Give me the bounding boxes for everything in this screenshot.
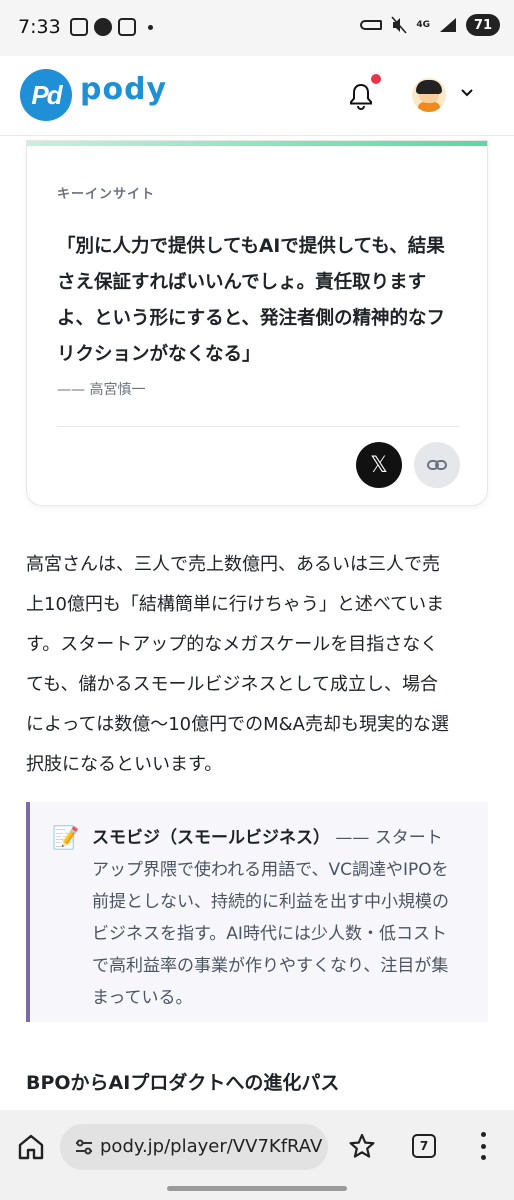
- quote-author: —— 高宮慎一: [57, 382, 146, 398]
- term-definition-box: 📝 スモビジ（スモールビジネス） —— スタート アップ界隈で使われる用語で、V…: [26, 802, 488, 1022]
- paragraph-line: 択肢になるといいます。: [26, 754, 223, 775]
- term-line: まっている。: [92, 988, 193, 1008]
- divider: [57, 426, 459, 427]
- status-time: 7:33: [18, 16, 61, 38]
- tabs-button[interactable]: 7: [412, 1134, 436, 1158]
- logo-text[interactable]: pody: [80, 72, 167, 107]
- home-icon[interactable]: [16, 1132, 46, 1162]
- paragraph-line: 高宮さんは、三人で売上数億円、あるいは三人で売: [26, 554, 440, 575]
- chevron-down-icon[interactable]: [460, 86, 474, 100]
- app-icon: [94, 18, 112, 36]
- quote-line: よ、という形にすると、発注者側の精神的なフ: [57, 308, 445, 329]
- memo-icon: 📝: [52, 826, 80, 851]
- copy-link-button[interactable]: [414, 442, 460, 488]
- quote-line: さえ保証すればいいんでしょ。責任取ります: [57, 272, 427, 293]
- article-paragraph: 高宮さんは、三人で売上数億円、あるいは三人で売 上10億円も「結構簡単に行けちゃ…: [26, 545, 488, 785]
- tune-icon[interactable]: [74, 1137, 94, 1157]
- key-icon: [360, 20, 383, 30]
- term-definition: スモビジ（スモールビジネス） —— スタート アップ界隈で使われる用語で、VC調…: [92, 822, 472, 1014]
- paragraph-line: 上10億円も「結構簡単に行けちゃう」と述べていま: [26, 594, 445, 615]
- section-heading: BPOからAIプロダクトへの進化パス: [26, 1072, 340, 1094]
- card-accent-bar: [27, 141, 487, 146]
- insight-label: キーインサイト: [57, 187, 156, 202]
- term-title: スモビジ（スモールビジネス）: [92, 828, 330, 848]
- screenshot-icon: [70, 18, 88, 36]
- status-bar: 7:33 4G 71: [0, 0, 514, 56]
- network-type: 4G: [416, 19, 430, 30]
- paragraph-line: ても、儲かるスモールビジネスとして成立し、場合: [26, 674, 439, 695]
- avatar[interactable]: [412, 78, 446, 112]
- logo-icon[interactable]: Pd: [20, 69, 72, 121]
- term-line-rest: —— スタート: [330, 828, 443, 848]
- gesture-bar[interactable]: [167, 1186, 347, 1191]
- app-header: Pd pody: [0, 56, 514, 136]
- notification-badge: [371, 74, 381, 84]
- term-first-line: スモビジ（スモールビジネス） —— スタート: [92, 822, 472, 854]
- link-icon: [427, 460, 447, 470]
- bus-icon: [118, 18, 136, 36]
- mute-icon: [391, 16, 407, 34]
- more-vert-icon[interactable]: [478, 1132, 488, 1160]
- term-line: で高利益率の事業が作りやすくなり、注目が集: [92, 956, 449, 976]
- paragraph-line: によっては数億〜10億円でのM&A売却も現実的な選: [26, 714, 449, 735]
- term-line: 前提としない、持続的に利益を出す中小規模の: [92, 892, 449, 912]
- browser-toolbar: pody.jp/player/VV7KfRAV 7: [0, 1110, 514, 1200]
- key-insight-card: キーインサイト 「別に人力で提供してもAIで提供しても、結果 さえ保証すればいい…: [26, 140, 488, 506]
- quote-line: リクションがなくなる」: [57, 344, 261, 365]
- insight-quote: 「別に人力で提供してもAIで提供しても、結果 さえ保証すればいいんでしょ。責任取…: [57, 229, 467, 373]
- battery-level: 71: [466, 14, 500, 36]
- term-line: ビジネスを指す。AI時代には少人数・低コスト: [92, 924, 447, 944]
- star-icon[interactable]: [348, 1132, 376, 1160]
- bell-icon[interactable]: [348, 82, 374, 110]
- address-bar[interactable]: pody.jp/player/VV7KfRAV: [60, 1124, 328, 1170]
- status-left-icons: [70, 18, 153, 36]
- url-text[interactable]: pody.jp/player/VV7KfRAV: [100, 1136, 322, 1157]
- paragraph-line: す。スタートアップ的なメガスケールを目指さなく: [26, 634, 439, 655]
- more-notifications-icon: [148, 24, 153, 30]
- status-right-icons: 4G 71: [360, 14, 500, 36]
- share-x-button[interactable]: 𝕏: [356, 442, 402, 488]
- term-line: アップ界隈で使われる用語で、VC調達やIPOを: [92, 860, 449, 880]
- quote-line: 「別に人力で提供してもAIで提供しても、結果: [57, 236, 445, 257]
- signal-icon: [440, 18, 456, 32]
